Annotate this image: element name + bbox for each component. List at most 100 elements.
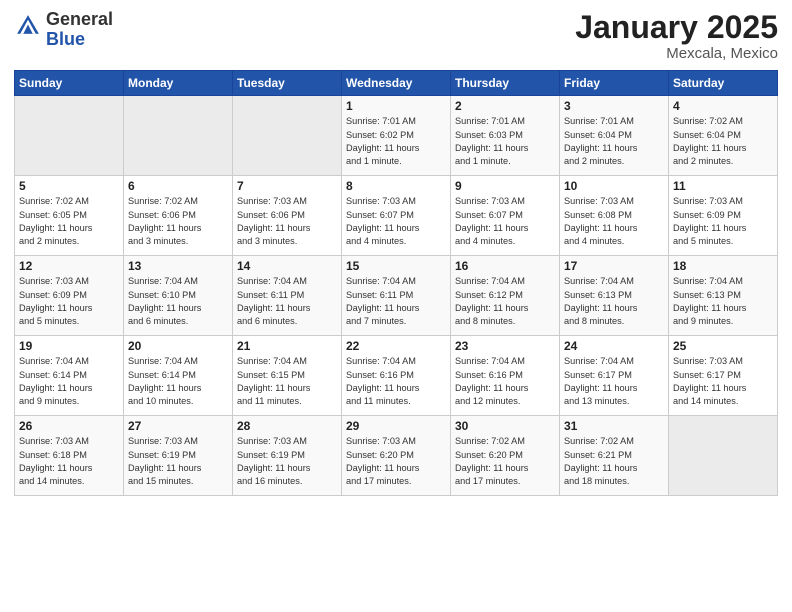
day-info: Sunrise: 7:01 AMSunset: 6:03 PMDaylight:…	[455, 115, 555, 168]
day-info: Sunrise: 7:02 AMSunset: 6:21 PMDaylight:…	[564, 435, 664, 488]
day-info: Sunrise: 7:03 AMSunset: 6:06 PMDaylight:…	[237, 195, 337, 248]
day-number: 12	[19, 259, 119, 273]
day-number: 2	[455, 99, 555, 113]
day-number: 1	[346, 99, 446, 113]
day-number: 26	[19, 419, 119, 433]
calendar-table: SundayMondayTuesdayWednesdayThursdayFrid…	[14, 70, 778, 496]
day-number: 22	[346, 339, 446, 353]
day-number: 31	[564, 419, 664, 433]
calendar-cell: 9Sunrise: 7:03 AMSunset: 6:07 PMDaylight…	[451, 176, 560, 256]
calendar-cell	[233, 96, 342, 176]
col-header-sunday: Sunday	[15, 71, 124, 96]
calendar-cell: 28 Sunrise: 7:03 AMSunset: 6:19 PMDayligh…	[233, 416, 342, 496]
day-number: 8	[346, 179, 446, 193]
calendar-cell: 21 Sunrise: 7:04 AMSunset: 6:15 PMDayligh…	[233, 336, 342, 416]
day-number: 23	[455, 339, 555, 353]
day-number: 19	[19, 339, 119, 353]
day-number: 15	[346, 259, 446, 273]
day-info: Sunrise: 7:04 AMSunset: 6:17 PMDaylight:…	[564, 355, 664, 408]
col-header-monday: Monday	[124, 71, 233, 96]
col-header-saturday: Saturday	[669, 71, 778, 96]
day-info: Sunrise: 7:04 AMSunset: 6:10 PMDaylight:…	[128, 275, 228, 328]
day-info: Sunrise: 7:03 AMSunset: 6:08 PMDaylight:…	[564, 195, 664, 248]
calendar-cell: 13 Sunrise: 7:04 AMSunset: 6:10 PMDayligh…	[124, 256, 233, 336]
calendar-cell: 12 Sunrise: 7:03 AMSunset: 6:09 PMDayligh…	[15, 256, 124, 336]
day-number: 5	[19, 179, 119, 193]
day-number: 24	[564, 339, 664, 353]
day-number: 13	[128, 259, 228, 273]
day-info: Sunrise: 7:04 AMSunset: 6:16 PMDaylight:…	[455, 355, 555, 408]
week-row-4: 19 Sunrise: 7:04 AMSunset: 6:14 PMDayligh…	[15, 336, 778, 416]
calendar-cell	[669, 416, 778, 496]
calendar-cell: 20Sunrise: 7:04 AMSunset: 6:14 PMDayligh…	[124, 336, 233, 416]
calendar-cell: 2 Sunrise: 7:01 AMSunset: 6:03 PMDaylight…	[451, 96, 560, 176]
calendar-cell: 17Sunrise: 7:04 AMSunset: 6:13 PMDayligh…	[560, 256, 669, 336]
day-number: 25	[673, 339, 773, 353]
week-row-2: 5 Sunrise: 7:02 AMSunset: 6:05 PMDaylight…	[15, 176, 778, 256]
calendar-cell: 5 Sunrise: 7:02 AMSunset: 6:05 PMDaylight…	[15, 176, 124, 256]
calendar-cell: 16 Sunrise: 7:04 AMSunset: 6:12 PMDayligh…	[451, 256, 560, 336]
day-number: 7	[237, 179, 337, 193]
day-number: 10	[564, 179, 664, 193]
header-row: SundayMondayTuesdayWednesdayThursdayFrid…	[15, 71, 778, 96]
week-row-1: 1Sunrise: 7:01 AMSunset: 6:02 PMDaylight…	[15, 96, 778, 176]
calendar-cell: 30 Sunrise: 7:02 AMSunset: 6:20 PMDayligh…	[451, 416, 560, 496]
day-number: 6	[128, 179, 228, 193]
calendar-cell: 3 Sunrise: 7:01 AMSunset: 6:04 PMDaylight…	[560, 96, 669, 176]
day-number: 21	[237, 339, 337, 353]
calendar-cell: 4Sunrise: 7:02 AMSunset: 6:04 PMDaylight…	[669, 96, 778, 176]
day-number: 9	[455, 179, 555, 193]
calendar-cell: 26 Sunrise: 7:03 AMSunset: 6:18 PMDayligh…	[15, 416, 124, 496]
calendar-cell: 22 Sunrise: 7:04 AMSunset: 6:16 PMDayligh…	[342, 336, 451, 416]
calendar-cell: 29 Sunrise: 7:03 AMSunset: 6:20 PMDayligh…	[342, 416, 451, 496]
calendar-cell: 7 Sunrise: 7:03 AMSunset: 6:06 PMDaylight…	[233, 176, 342, 256]
calendar-title: January 2025	[575, 10, 778, 45]
day-info: Sunrise: 7:04 AMSunset: 6:15 PMDaylight:…	[237, 355, 337, 408]
logo-text: General Blue	[46, 10, 113, 50]
calendar-cell: 14 Sunrise: 7:04 AMSunset: 6:11 PMDayligh…	[233, 256, 342, 336]
day-number: 27	[128, 419, 228, 433]
day-number: 3	[564, 99, 664, 113]
day-info: Sunrise: 7:04 AMSunset: 6:11 PMDaylight:…	[346, 275, 446, 328]
day-number: 28	[237, 419, 337, 433]
day-number: 16	[455, 259, 555, 273]
day-number: 11	[673, 179, 773, 193]
calendar-cell: 31 Sunrise: 7:02 AMSunset: 6:21 PMDayligh…	[560, 416, 669, 496]
day-info: Sunrise: 7:04 AMSunset: 6:12 PMDaylight:…	[455, 275, 555, 328]
day-info: Sunrise: 7:04 AMSunset: 6:16 PMDaylight:…	[346, 355, 446, 408]
col-header-friday: Friday	[560, 71, 669, 96]
day-info: Sunrise: 7:03 AMSunset: 6:17 PMDaylight:…	[673, 355, 773, 408]
logo-icon	[14, 12, 42, 40]
day-info: Sunrise: 7:03 AMSunset: 6:09 PMDaylight:…	[19, 275, 119, 328]
day-info: Sunrise: 7:02 AMSunset: 6:06 PMDaylight:…	[128, 195, 228, 248]
day-info: Sunrise: 7:03 AMSunset: 6:09 PMDaylight:…	[673, 195, 773, 248]
calendar-cell: 11 Sunrise: 7:03 AMSunset: 6:09 PMDayligh…	[669, 176, 778, 256]
day-number: 30	[455, 419, 555, 433]
day-info: Sunrise: 7:04 AMSunset: 6:13 PMDaylight:…	[564, 275, 664, 328]
day-info: Sunrise: 7:03 AMSunset: 6:19 PMDaylight:…	[237, 435, 337, 488]
header: General Blue January 2025 Mexcala, Mexic…	[14, 10, 778, 62]
calendar-subtitle: Mexcala, Mexico	[575, 45, 778, 62]
day-info: Sunrise: 7:02 AMSunset: 6:05 PMDaylight:…	[19, 195, 119, 248]
calendar-page: General Blue January 2025 Mexcala, Mexic…	[0, 0, 792, 612]
day-info: Sunrise: 7:01 AMSunset: 6:04 PMDaylight:…	[564, 115, 664, 168]
day-info: Sunrise: 7:03 AMSunset: 6:20 PMDaylight:…	[346, 435, 446, 488]
calendar-cell: 15 Sunrise: 7:04 AMSunset: 6:11 PMDayligh…	[342, 256, 451, 336]
calendar-cell: 18Sunrise: 7:04 AMSunset: 6:13 PMDayligh…	[669, 256, 778, 336]
col-header-wednesday: Wednesday	[342, 71, 451, 96]
day-number: 20	[128, 339, 228, 353]
title-block: January 2025 Mexcala, Mexico	[575, 10, 778, 62]
calendar-cell	[124, 96, 233, 176]
day-number: 29	[346, 419, 446, 433]
day-number: 4	[673, 99, 773, 113]
logo-blue-text: Blue	[46, 30, 113, 50]
day-info: Sunrise: 7:03 AMSunset: 6:18 PMDaylight:…	[19, 435, 119, 488]
day-info: Sunrise: 7:04 AMSunset: 6:14 PMDaylight:…	[19, 355, 119, 408]
day-info: Sunrise: 7:02 AMSunset: 6:20 PMDaylight:…	[455, 435, 555, 488]
day-number: 14	[237, 259, 337, 273]
col-header-tuesday: Tuesday	[233, 71, 342, 96]
day-info: Sunrise: 7:03 AMSunset: 6:07 PMDaylight:…	[346, 195, 446, 248]
day-info: Sunrise: 7:04 AMSunset: 6:11 PMDaylight:…	[237, 275, 337, 328]
logo: General Blue	[14, 10, 113, 50]
week-row-5: 26 Sunrise: 7:03 AMSunset: 6:18 PMDayligh…	[15, 416, 778, 496]
